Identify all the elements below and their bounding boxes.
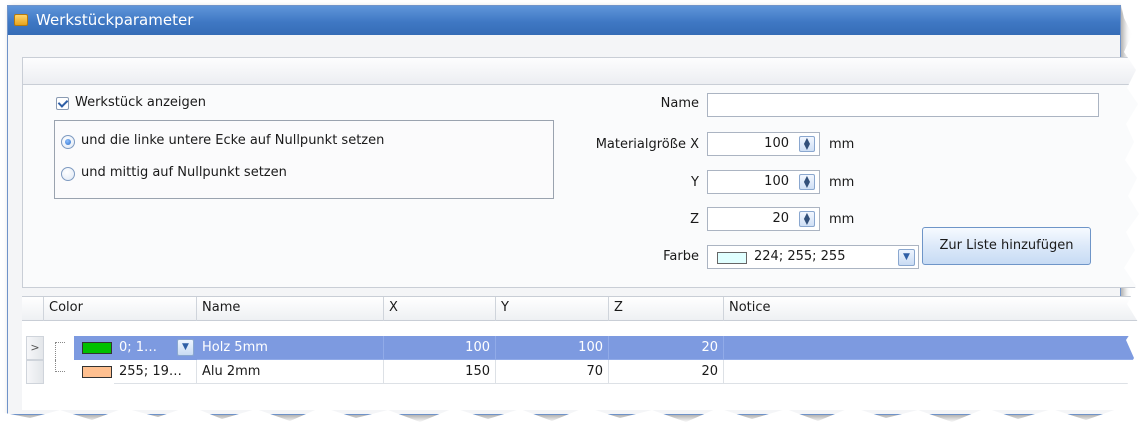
chevron-down-icon[interactable]: ▼ <box>898 249 915 266</box>
column-header-z[interactable]: Z <box>609 297 724 321</box>
size-z-unit: mm <box>829 212 855 227</box>
show-workpiece-label: Werkstück anzeigen <box>75 95 207 110</box>
size-z-stepper[interactable]: 20 ▲ ▼ <box>707 207 820 231</box>
name-label: Name <box>660 96 699 111</box>
cell-z[interactable]: 20 <box>609 336 724 360</box>
size-z-label: Z <box>690 212 699 227</box>
column-header-name[interactable]: Name <box>197 297 384 321</box>
cell-x[interactable]: 150 <box>384 360 496 384</box>
column-header-y[interactable]: Y <box>496 297 609 321</box>
cell-y[interactable]: 100 <box>496 336 609 360</box>
column-header-x[interactable]: X <box>384 297 496 321</box>
color-swatch <box>82 366 112 378</box>
name-input[interactable] <box>707 93 1099 117</box>
size-x-stepper[interactable]: 100 ▲ ▼ <box>707 132 820 156</box>
table-row[interactable]: > 0; 1… ▼ Holz 5mm 100 100 20 <box>22 336 1144 360</box>
row-indicator-icon[interactable] <box>26 360 44 384</box>
color-label: Farbe <box>663 249 699 264</box>
checkbox-checked-icon[interactable] <box>56 97 69 110</box>
spin-updown-icon[interactable]: ▲ ▼ <box>799 211 815 227</box>
size-z-value: 20 <box>772 211 789 226</box>
table-row[interactable]: 255; 19… Alu 2mm 150 70 20 <box>22 360 1144 384</box>
cell-name[interactable]: Alu 2mm <box>197 360 384 384</box>
color-cell-text: 255; 19… <box>114 360 197 384</box>
origin-radio-group: und die linke untere Ecke auf Nullpunkt … <box>54 120 554 199</box>
window-title: Werkstückparameter <box>36 11 194 29</box>
app-cube-icon <box>14 14 28 26</box>
cell-notice[interactable] <box>724 360 1144 384</box>
color-swatch <box>82 342 112 354</box>
color-swatch <box>717 252 747 264</box>
color-dropdown[interactable]: 224; 255; 255 ▼ <box>707 245 919 269</box>
cell-y[interactable]: 70 <box>496 360 609 384</box>
radio-unselected-icon[interactable] <box>61 167 75 181</box>
radio-center-label: und mittig auf Nullpunkt setzen <box>81 165 287 180</box>
tree-connector <box>55 360 65 372</box>
row-indicator-icon[interactable]: > <box>26 336 44 360</box>
chevron-down-icon[interactable]: ▼ <box>177 339 194 356</box>
cell-z[interactable]: 20 <box>609 360 724 384</box>
grid-header: Color Name X Y Z Notice <box>22 297 1144 321</box>
size-y-stepper[interactable]: 100 ▲ ▼ <box>707 170 820 194</box>
spin-updown-icon[interactable]: ▲ ▼ <box>799 136 815 152</box>
header-corner <box>26 297 44 321</box>
column-header-notice[interactable]: Notice <box>724 297 1144 321</box>
title-bar[interactable]: Werkstückparameter <box>8 6 1120 35</box>
radio-selected-icon[interactable] <box>61 135 75 149</box>
column-header-color[interactable]: Color <box>44 297 197 321</box>
cell-notice[interactable] <box>724 336 1144 360</box>
spin-updown-icon[interactable]: ▲ ▼ <box>799 174 815 190</box>
size-y-value: 100 <box>764 174 789 189</box>
size-x-unit: mm <box>829 137 855 152</box>
size-y-label: Y <box>691 175 699 190</box>
size-y-unit: mm <box>829 175 855 190</box>
toolbar-strip <box>22 57 1144 85</box>
radio-corner-label: und die linke untere Ecke auf Nullpunkt … <box>81 133 385 148</box>
tree-connector <box>55 342 65 360</box>
cell-name[interactable]: Holz 5mm <box>197 336 384 360</box>
workpiece-grid: Color Name X Y Z Notice > 0; 1… ▼ Holz 5… <box>22 296 1144 410</box>
add-to-list-button[interactable]: Zur Liste hinzufügen <box>922 227 1091 265</box>
color-cell-text: 0; 1… <box>119 340 158 355</box>
size-x-label: Materialgröße X <box>595 137 699 152</box>
color-value: 224; 255; 255 <box>754 249 846 264</box>
size-x-value: 100 <box>764 136 789 151</box>
cell-x[interactable]: 100 <box>384 336 496 360</box>
